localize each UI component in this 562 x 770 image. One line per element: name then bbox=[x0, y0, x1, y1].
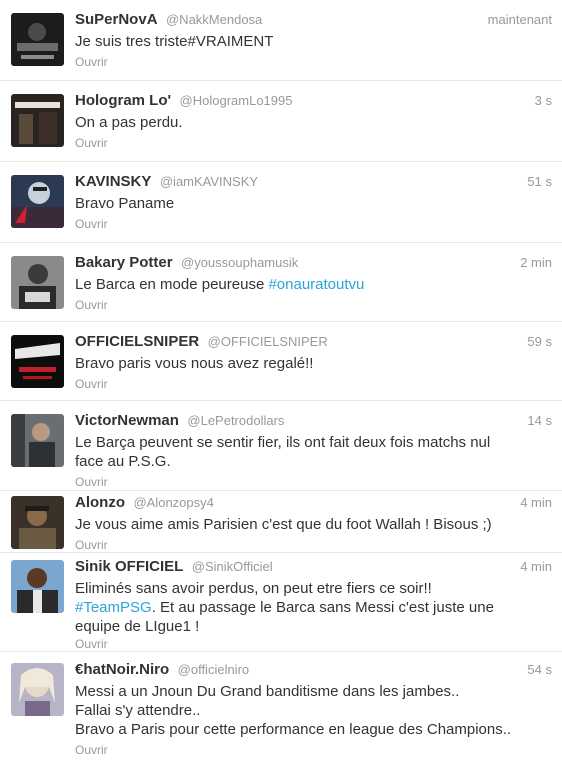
avatar[interactable] bbox=[11, 663, 64, 716]
author-name[interactable]: €hatNoir.Niro bbox=[75, 661, 169, 678]
author-handle[interactable]: @Alonzopsy4 bbox=[133, 495, 213, 510]
tweet-timestamp[interactable]: maintenant bbox=[488, 10, 552, 30]
tweet-text: On a pas perdu. bbox=[75, 113, 552, 132]
author-handle[interactable]: @youssouphamusik bbox=[181, 255, 298, 270]
tweet-text: Le Barca en mode peureuse #onauratoutvu bbox=[75, 275, 552, 294]
tweet[interactable]: Hologram Lo' @HologramLo1995 3 s On a pa… bbox=[0, 81, 562, 162]
avatar[interactable] bbox=[11, 496, 64, 549]
tweet[interactable]: €hatNoir.Niro @officielniro 54 s Messi a… bbox=[0, 652, 562, 770]
tweet-text-part: Je suis tres triste#VRAIMENT bbox=[75, 33, 274, 50]
author-name[interactable]: VictorNewman bbox=[75, 412, 179, 429]
tweet-text: Messi a un Jnoun Du Grand banditisme dan… bbox=[75, 682, 552, 739]
open-link[interactable]: Ouvrir bbox=[75, 376, 552, 392]
avatar[interactable] bbox=[11, 414, 64, 467]
author-handle[interactable]: @HologramLo1995 bbox=[180, 93, 293, 108]
author-name[interactable]: KAVINSKY bbox=[75, 173, 151, 190]
tweet-text-part: Bravo paris vous nous avez regalé!! bbox=[75, 355, 314, 372]
tweet[interactable]: Bakary Potter @youssouphamusik 2 min Le … bbox=[0, 243, 562, 322]
author-name[interactable]: Alonzo bbox=[75, 494, 125, 511]
tweet-text-part: Je vous aime amis Parisien c'est que du … bbox=[75, 516, 492, 533]
tweet-timestamp[interactable]: 4 min bbox=[520, 557, 552, 577]
author-handle[interactable]: @officielniro bbox=[178, 662, 250, 677]
author-name[interactable]: Bakary Potter bbox=[75, 254, 173, 271]
tweet-text-part: Bravo Paname bbox=[75, 195, 175, 212]
author-name[interactable]: SuPerNovA bbox=[75, 11, 158, 28]
open-link[interactable]: Ouvrir bbox=[75, 742, 552, 758]
tweet-text: Eliminés sans avoir perdus, on peut etre… bbox=[75, 579, 552, 636]
author-name[interactable]: Hologram Lo' bbox=[75, 92, 171, 109]
tweet[interactable]: VictorNewman @LePetrodollars 14 s Le Bar… bbox=[0, 401, 562, 491]
tweet-timestamp[interactable]: 54 s bbox=[527, 660, 552, 680]
tweet-timestamp[interactable]: 59 s bbox=[527, 332, 552, 352]
author-handle[interactable]: @LePetrodollars bbox=[187, 413, 284, 428]
avatar[interactable] bbox=[11, 13, 64, 66]
open-link[interactable]: Ouvrir bbox=[75, 54, 552, 70]
open-link[interactable]: Ouvrir bbox=[75, 216, 552, 232]
author-handle[interactable]: @NakkMendosa bbox=[166, 12, 262, 27]
tweet-timestamp[interactable]: 4 min bbox=[520, 493, 552, 513]
open-link[interactable]: Ouvrir bbox=[75, 135, 552, 151]
avatar[interactable] bbox=[11, 560, 64, 613]
avatar[interactable] bbox=[11, 94, 64, 147]
tweet-text-part: Le Barca en mode peureuse bbox=[75, 276, 269, 293]
tweet-text: Bravo paris vous nous avez regalé!! bbox=[75, 354, 552, 373]
author-name[interactable]: Sinik OFFICIEL bbox=[75, 558, 183, 575]
tweet[interactable]: KAVINSKY @iamKAVINSKY 51 s Bravo Paname … bbox=[0, 162, 562, 243]
author-handle[interactable]: @OFFICIELSNIPER bbox=[208, 334, 328, 349]
open-link[interactable]: Ouvrir bbox=[75, 537, 552, 553]
tweet-text: Je vous aime amis Parisien c'est que du … bbox=[75, 515, 552, 534]
tweet-text-part: On a pas perdu. bbox=[75, 114, 183, 131]
avatar[interactable] bbox=[11, 256, 64, 309]
open-link[interactable]: Ouvrir bbox=[75, 636, 552, 652]
tweet-text: Bravo Paname bbox=[75, 194, 552, 213]
tweet-text-part: Eliminés sans avoir perdus, on peut etre… bbox=[75, 580, 432, 597]
hashtag-link[interactable]: #TeamPSG bbox=[75, 599, 152, 616]
hashtag-link[interactable]: #onauratoutvu bbox=[268, 276, 364, 293]
tweet-text-part: Messi a un Jnoun Du Grand banditisme dan… bbox=[75, 683, 512, 738]
tweet-feed: SuPerNovA @NakkMendosa maintenant Je sui… bbox=[0, 0, 562, 770]
tweet[interactable]: Sinik OFFICIEL @SinikOfficiel 4 min Elim… bbox=[0, 553, 562, 652]
author-handle[interactable]: @SinikOfficiel bbox=[192, 559, 273, 574]
tweet-text: Le Barça peuvent se sentir fier, ils ont… bbox=[75, 433, 552, 471]
tweet-text: Je suis tres triste#VRAIMENT bbox=[75, 32, 552, 51]
tweet[interactable]: OFFICIELSNIPER @OFFICIELSNIPER 59 s Brav… bbox=[0, 322, 562, 401]
tweet-timestamp[interactable]: 3 s bbox=[535, 91, 552, 111]
open-link[interactable]: Ouvrir bbox=[75, 474, 552, 490]
tweet-timestamp[interactable]: 14 s bbox=[527, 411, 552, 431]
tweet-timestamp[interactable]: 2 min bbox=[520, 253, 552, 273]
open-link[interactable]: Ouvrir bbox=[75, 297, 552, 313]
author-handle[interactable]: @iamKAVINSKY bbox=[160, 174, 258, 189]
tweet[interactable]: Alonzo @Alonzopsy4 4 min Je vous aime am… bbox=[0, 491, 562, 553]
tweet-text-part: Le Barça peuvent se sentir fier, ils ont… bbox=[75, 434, 491, 470]
tweet-timestamp[interactable]: 51 s bbox=[527, 172, 552, 192]
author-name[interactable]: OFFICIELSNIPER bbox=[75, 333, 199, 350]
avatar[interactable] bbox=[11, 335, 64, 388]
avatar[interactable] bbox=[11, 175, 64, 228]
tweet[interactable]: SuPerNovA @NakkMendosa maintenant Je sui… bbox=[0, 0, 562, 81]
